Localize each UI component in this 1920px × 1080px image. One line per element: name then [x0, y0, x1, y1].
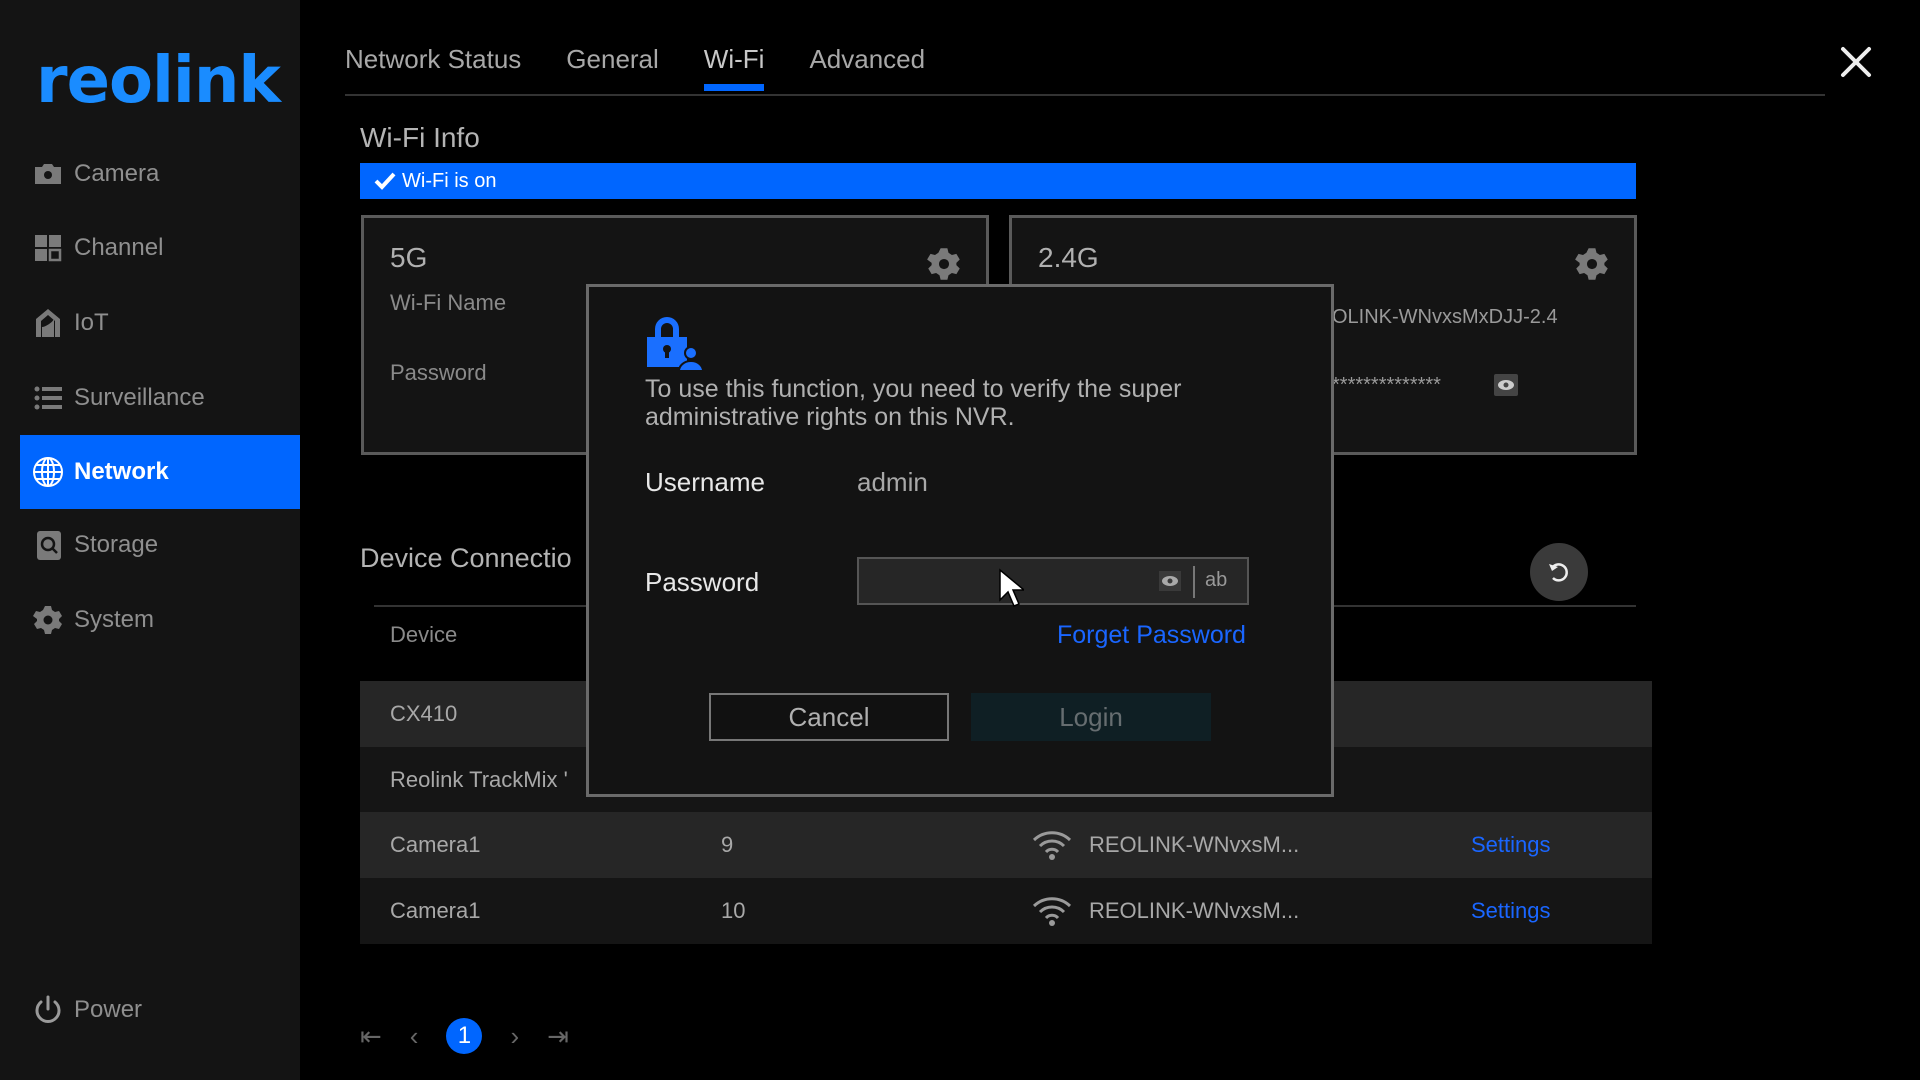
wifi-info-title: Wi-Fi Info	[360, 122, 480, 153]
gear-icon	[927, 248, 960, 280]
sidebar-item-surveillance[interactable]: Surveillance	[20, 361, 300, 435]
username-label: Username	[645, 467, 765, 497]
device-name: Camera1	[390, 832, 481, 857]
storage-icon	[32, 529, 64, 561]
wifi-status-bar: Wi-Fi is on	[360, 163, 1636, 199]
column-header-device: Device	[390, 622, 458, 647]
sidebar-item-channel[interactable]: Channel	[20, 211, 300, 285]
cancel-button[interactable]: Cancel	[709, 693, 949, 741]
sidebar-item-label: Camera	[74, 160, 160, 187]
current-page[interactable]: 1	[446, 1018, 483, 1054]
lock-user-icon	[645, 315, 705, 372]
pagination: ⇤ ‹ 1 › ⇥	[360, 1018, 597, 1054]
device-name: Camera1	[390, 898, 481, 923]
close-button[interactable]	[1838, 44, 1874, 80]
password-field[interactable]: ab	[857, 557, 1249, 605]
tab-wifi[interactable]: Wi-Fi	[703, 44, 764, 92]
sidebar-item-label: Network	[74, 458, 169, 485]
tab-general[interactable]: General	[566, 44, 659, 92]
network-name: REOLINK-WNvxsM...	[1089, 832, 1300, 857]
power-label: Power	[74, 996, 143, 1023]
tab-divider	[345, 94, 1825, 96]
wifi-signal-icon	[1032, 896, 1072, 932]
table-row[interactable]: Camera1 10 REOLINK-WNvxsM... Settings	[360, 878, 1652, 944]
band-label: 2.4G	[1038, 242, 1099, 273]
wifi-24g-settings-button[interactable]	[1574, 246, 1610, 282]
tab-bar: Network Status General Wi-Fi Advanced	[345, 44, 970, 92]
first-page-button[interactable]: ⇤	[360, 1021, 382, 1052]
show-password-button[interactable]	[1494, 374, 1518, 396]
sidebar-item-system[interactable]: System	[20, 583, 300, 657]
band-label: 5G	[390, 242, 428, 273]
wifi-name-value: OLINK-WNvxsMxDJJ-2.4	[1332, 306, 1558, 328]
power-icon	[32, 994, 64, 1026]
device-name: Reolink TrackMix '	[390, 767, 568, 792]
wifi-signal-icon	[1032, 830, 1072, 866]
camera-icon	[32, 158, 64, 190]
sidebar-item-label: Channel	[74, 234, 164, 261]
checkmark-icon	[374, 172, 396, 190]
device-name: CX410	[390, 701, 458, 726]
password-input[interactable]	[859, 559, 1149, 603]
iot-house-icon	[32, 307, 64, 339]
prev-page-button[interactable]: ‹	[410, 1021, 419, 1052]
forget-password-link[interactable]: Forget Password	[1057, 621, 1246, 650]
tab-advanced[interactable]: Advanced	[809, 44, 925, 92]
list-icon	[32, 382, 64, 414]
globe-icon	[32, 456, 64, 488]
login-button[interactable]: Login	[971, 693, 1211, 741]
wifi-password-value: **************	[1332, 374, 1441, 396]
sidebar-item-label: Surveillance	[74, 384, 205, 411]
channel-number: 9	[721, 832, 734, 857]
refresh-icon	[1549, 563, 1568, 582]
eye-icon	[1162, 576, 1178, 586]
admin-verify-dialog: To use this function, you need to verify…	[586, 284, 1334, 797]
sidebar-item-iot[interactable]: IoT	[20, 286, 300, 360]
device-connection-title: Device Connectio	[360, 543, 572, 573]
sidebar-item-storage[interactable]: Storage	[20, 508, 300, 582]
refresh-button[interactable]	[1530, 543, 1588, 601]
sidebar-item-label: Storage	[74, 531, 159, 558]
show-password-toggle[interactable]	[1159, 571, 1181, 591]
password-label: Password	[645, 567, 760, 597]
sidebar-item-label: System	[74, 606, 155, 633]
wifi-password-label: Password	[390, 360, 487, 385]
input-mode-toggle[interactable]: ab	[1205, 569, 1227, 592]
wifi-5g-settings-button[interactable]	[926, 246, 962, 282]
sidebar: reolink Camera Channel IoT Surveillance …	[0, 0, 300, 1080]
dialog-message: To use this function, you need to verify…	[645, 375, 1182, 431]
close-icon	[1841, 47, 1871, 77]
reolink-logo: reolink	[36, 44, 281, 118]
input-separator	[1193, 566, 1195, 598]
last-page-button[interactable]: ⇥	[547, 1021, 569, 1052]
table-row[interactable]: Camera1 9 REOLINK-WNvxsM... Settings	[360, 812, 1652, 878]
gear-icon	[1575, 248, 1608, 280]
power-button[interactable]: Power	[32, 994, 142, 1026]
eye-icon	[1498, 380, 1514, 390]
wifi-name-label: Wi-Fi Name	[390, 290, 507, 315]
tab-network-status[interactable]: Network Status	[345, 44, 521, 92]
sidebar-item-network[interactable]: Network	[20, 435, 300, 509]
channel-number: 10	[721, 898, 746, 923]
username-value: admin	[857, 467, 928, 497]
gear-icon	[32, 604, 64, 636]
settings-link[interactable]: Settings	[1471, 898, 1551, 924]
sidebar-item-label: IoT	[74, 309, 109, 336]
settings-link[interactable]: Settings	[1471, 832, 1551, 858]
channel-grid-icon	[32, 232, 64, 264]
wifi-status-text: Wi-Fi is on	[402, 169, 497, 192]
sidebar-item-camera[interactable]: Camera	[20, 137, 300, 211]
network-name: REOLINK-WNvxsM...	[1089, 898, 1300, 923]
next-page-button[interactable]: ›	[510, 1021, 519, 1052]
